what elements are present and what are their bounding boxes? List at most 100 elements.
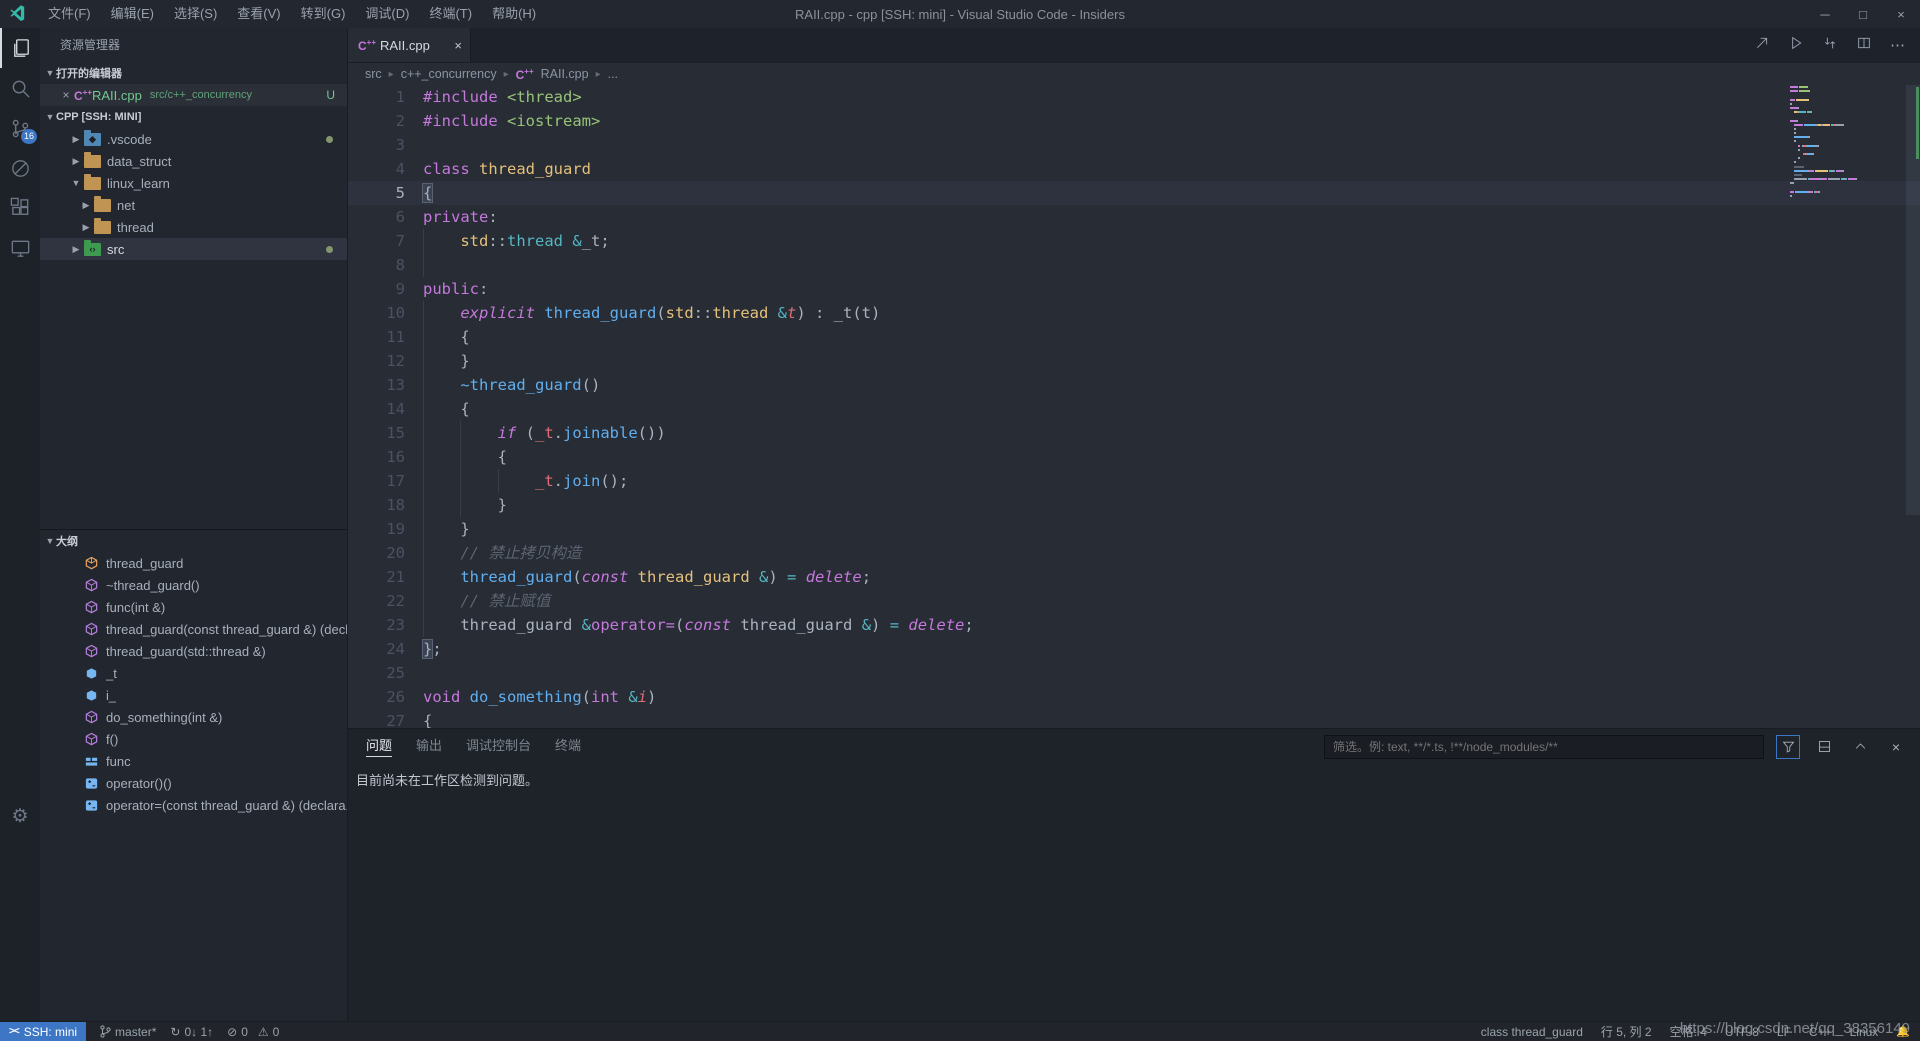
close-panel-icon[interactable]: × <box>1884 735 1908 759</box>
run-build-icon[interactable] <box>1754 35 1770 56</box>
code-line-3[interactable]: 3 <box>348 133 1920 157</box>
code-line-17[interactable]: 17 _t.join(); <box>348 469 1920 493</box>
menu-item[interactable]: 调试(D) <box>355 0 419 28</box>
panel-tab-终端[interactable]: 终端 <box>555 729 581 764</box>
code-line-9[interactable]: 9public: <box>348 277 1920 301</box>
code-line-7[interactable]: 7 std::thread &_t; <box>348 229 1920 253</box>
panel-tab-调试控制台[interactable]: 调试控制台 <box>466 729 531 764</box>
code-line-8[interactable]: 8 <box>348 253 1920 277</box>
tab-close-icon[interactable]: × <box>454 38 462 53</box>
code-line-19[interactable]: 19 } <box>348 517 1920 541</box>
settings-gear-icon[interactable]: ⚙ <box>0 796 40 836</box>
outline-item[interactable]: i_ <box>40 684 347 706</box>
breadcrumb-item[interactable]: c++_concurrency <box>401 67 497 81</box>
code-line-12[interactable]: 12 } <box>348 349 1920 373</box>
open-panel-in-editor-icon[interactable] <box>1812 735 1836 759</box>
explorer-icon[interactable] <box>0 28 40 68</box>
eol-item[interactable]: LF <box>1777 1025 1791 1039</box>
code-line-11[interactable]: 11 { <box>348 325 1920 349</box>
git-branch-item[interactable]: master* <box>100 1025 156 1039</box>
maximize-panel-icon[interactable] <box>1848 735 1872 759</box>
menu-item[interactable]: 帮助(H) <box>482 0 546 28</box>
open-editor-item[interactable]: × C++ RAII.cpp src/c++_concurrency U <box>40 84 347 106</box>
code-line-6[interactable]: 6private: <box>348 205 1920 229</box>
menu-item[interactable]: 编辑(E) <box>101 0 164 28</box>
git-sync-item[interactable]: ↻ 0↓ 1↑ <box>170 1025 213 1039</box>
workspace-header[interactable]: ▼ CPP [SSH: MINI] <box>40 106 347 128</box>
menu-item[interactable]: 文件(F) <box>38 0 101 28</box>
outline-item[interactable]: operator=(const thread_guard &) (declara… <box>40 794 347 816</box>
more-actions-icon[interactable]: ⋯ <box>1890 36 1906 54</box>
outline-item[interactable]: f() <box>40 728 347 750</box>
tree-item-net[interactable]: ▶net <box>40 194 347 216</box>
outline-item[interactable]: thread_guard <box>40 552 347 574</box>
tree-item-thread[interactable]: ▶thread <box>40 216 347 238</box>
code-line-20[interactable]: 20 // 禁止拷贝构造 <box>348 541 1920 565</box>
outline-item[interactable]: func <box>40 750 347 772</box>
language-mode-item[interactable]: C++ <box>1809 1025 1832 1039</box>
breadcrumb-item[interactable]: src <box>365 67 382 81</box>
menu-item[interactable]: 选择(S) <box>164 0 227 28</box>
code-line-15[interactable]: 15 if (_t.joinable()) <box>348 421 1920 445</box>
outline-item[interactable]: thread_guard(std::thread &) <box>40 640 347 662</box>
code-line-4[interactable]: 4class thread_guard <box>348 157 1920 181</box>
breadcrumb-item[interactable]: RAII.cpp <box>541 67 589 81</box>
tree-item-src[interactable]: ▶‹›src <box>40 238 347 260</box>
outline-item[interactable]: _t <box>40 662 347 684</box>
outline-item[interactable]: func(int &) <box>40 596 347 618</box>
source-control-icon[interactable]: 16 <box>0 108 40 148</box>
code-line-18[interactable]: 18 } <box>348 493 1920 517</box>
code-line-10[interactable]: 10 explicit thread_guard(std::thread &t)… <box>348 301 1920 325</box>
remote-indicator[interactable]: >< SSH: mini <box>0 1022 86 1041</box>
outline-item[interactable]: ~thread_guard() <box>40 574 347 596</box>
outline-item[interactable]: thread_guard(const thread_guard &) (decl… <box>40 618 347 640</box>
run-icon[interactable] <box>1788 35 1804 56</box>
problems-filter-input[interactable] <box>1324 735 1764 759</box>
close-icon[interactable]: × <box>58 88 74 102</box>
open-editors-header[interactable]: ▼ 打开的编辑器 <box>40 62 347 84</box>
problems-item[interactable]: ⊘0 ⚠0 <box>227 1025 279 1039</box>
minimize-button[interactable]: ─ <box>1806 0 1844 28</box>
outline-header[interactable]: ▼ 大纲 <box>40 530 347 552</box>
minimap[interactable] <box>1790 86 1902 199</box>
code-line-16[interactable]: 16 { <box>348 445 1920 469</box>
code-line-14[interactable]: 14 { <box>348 397 1920 421</box>
outline-item[interactable]: operator()() <box>40 772 347 794</box>
filter-icon[interactable] <box>1776 735 1800 759</box>
outline-item[interactable]: do_something(int &) <box>40 706 347 728</box>
code-line-22[interactable]: 22 // 禁止赋值 <box>348 589 1920 613</box>
menu-item[interactable]: 终端(T) <box>419 0 482 28</box>
debug-icon[interactable] <box>0 148 40 188</box>
extensions-icon[interactable] <box>0 188 40 228</box>
code-line-25[interactable]: 25 <box>348 661 1920 685</box>
code-line-27[interactable]: 27{ <box>348 709 1920 728</box>
close-button[interactable]: × <box>1882 0 1920 28</box>
code-editor[interactable]: 1#include <thread>2#include <iostream>34… <box>348 85 1920 728</box>
panel-tab-输出[interactable]: 输出 <box>416 729 442 764</box>
tree-item-linux_learn[interactable]: ▼linux_learn <box>40 172 347 194</box>
open-changes-icon[interactable] <box>1822 35 1838 56</box>
code-line-13[interactable]: 13 ~thread_guard() <box>348 373 1920 397</box>
remote-os-item[interactable]: Linux <box>1850 1025 1879 1039</box>
code-line-2[interactable]: 2#include <iostream> <box>348 109 1920 133</box>
tree-item-data_struct[interactable]: ▶data_struct <box>40 150 347 172</box>
menu-item[interactable]: 查看(V) <box>227 0 290 28</box>
split-editor-icon[interactable] <box>1856 35 1872 56</box>
indentation-item[interactable]: 空格: 4 <box>1670 1023 1707 1040</box>
code-line-5[interactable]: 5{ <box>348 181 1920 205</box>
code-line-26[interactable]: 26void do_something(int &i) <box>348 685 1920 709</box>
cursor-position-item[interactable]: 行 5, 列 2 <box>1601 1023 1652 1040</box>
search-icon[interactable] <box>0 68 40 108</box>
breadcrumb-item[interactable]: ... <box>608 67 618 81</box>
panel-tab-问题[interactable]: 问题 <box>366 729 392 764</box>
encoding-item[interactable]: UTF-8 <box>1725 1025 1759 1039</box>
code-line-23[interactable]: 23 thread_guard &operator=(const thread_… <box>348 613 1920 637</box>
code-line-24[interactable]: 24}; <box>348 637 1920 661</box>
tab-raii-cpp[interactable]: C++ RAII.cpp × <box>348 28 471 62</box>
tree-item-.vscode[interactable]: ▶◆.vscode <box>40 128 347 150</box>
symbol-context-item[interactable]: class thread_guard <box>1481 1025 1583 1039</box>
menu-item[interactable]: 转到(G) <box>291 0 356 28</box>
code-line-21[interactable]: 21 thread_guard(const thread_guard &) = … <box>348 565 1920 589</box>
notifications-bell-icon[interactable]: 🔔 <box>1896 1025 1910 1038</box>
maximize-button[interactable]: □ <box>1844 0 1882 28</box>
